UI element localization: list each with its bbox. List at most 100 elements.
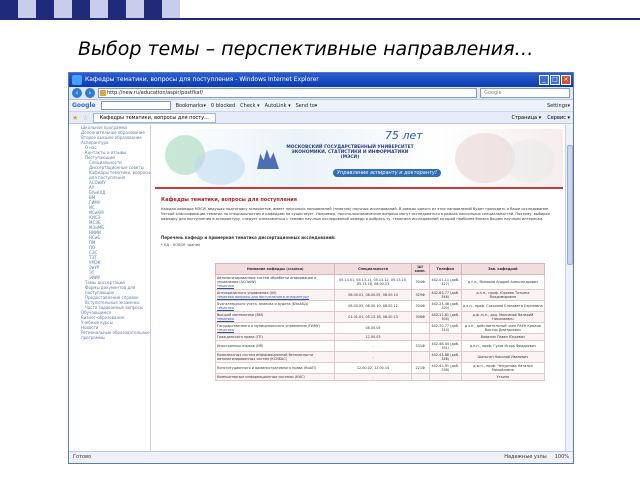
favorites-star-icon[interactable]: ★ bbox=[72, 114, 78, 122]
dept-name-cell: Государственного и муниципального управл… bbox=[214, 322, 336, 334]
maximize-icon[interactable]: □ bbox=[550, 75, 560, 85]
toolbar-settings[interactable]: Settings▾ bbox=[547, 103, 570, 109]
forward-icon[interactable]: › bbox=[85, 88, 95, 98]
dept-spec: - bbox=[334, 351, 412, 363]
google-toolbar: Google Bookmarks▾ 0 blocked Check ▾ Auto… bbox=[69, 100, 573, 112]
dept-spec: - bbox=[334, 340, 412, 352]
toolbar-autolink[interactable]: AutoLink ▾ bbox=[265, 103, 291, 109]
dept-name-cell: Автоматизированных систем обработки инфо… bbox=[214, 274, 336, 290]
checker-square bbox=[144, 0, 162, 18]
dept-room: 304Ф bbox=[410, 300, 430, 312]
dept-name: Комплексных систем информационной безопа… bbox=[217, 353, 314, 361]
dept-phone: 442-23-48 (доб. 320) bbox=[428, 300, 462, 312]
checker-square bbox=[18, 0, 36, 18]
toolbar-check[interactable]: Check ▾ bbox=[240, 103, 259, 109]
checker-square bbox=[162, 0, 180, 18]
url-text: http://new.ru/education/aspir/postfkaf/ bbox=[107, 90, 204, 96]
table-row: Компьютерные информационные системы (КИС… bbox=[214, 373, 546, 381]
dept-phone: 442-12-61 (доб. 304) bbox=[428, 311, 462, 323]
departments-table: Название кафедры (ссылка) Специальности … bbox=[214, 263, 546, 381]
dept-head: Вавилин Павел Юрьевич bbox=[460, 333, 546, 341]
dept-head: д.т.н., Минаков Андрей Александрович bbox=[460, 274, 546, 290]
address-input[interactable]: http://new.ru/education/aspir/postfkaf/ bbox=[98, 88, 477, 98]
title-decoration-checker bbox=[0, 0, 180, 18]
table-header-row: Название кафедры (ссылка) Специальности … bbox=[214, 263, 546, 275]
dept-name-cell: Гражданского права (ГП) bbox=[214, 333, 336, 341]
add-favorites-icon[interactable]: ☆ bbox=[82, 114, 88, 122]
dept-name: Конституционного и административного пра… bbox=[217, 366, 316, 370]
close-icon[interactable]: × bbox=[561, 75, 571, 85]
site-sidebar: ► О МЭСИ► МЭСИ в регионах▼ ОбразованиеШк… bbox=[73, 125, 203, 451]
dept-spec: 05.13.01, 05.13.11, 05.13.12, 05.13.15, … bbox=[334, 274, 412, 290]
google-search-input[interactable] bbox=[100, 101, 171, 110]
dept-name-cell: Конституционного и административного пра… bbox=[214, 362, 336, 374]
back-icon[interactable]: ‹ bbox=[72, 88, 82, 98]
intro-paragraph: Каждая кафедра МЭСИ, ведущая подготовку … bbox=[161, 207, 550, 221]
dept-room bbox=[410, 333, 430, 341]
dept-spec: 08.00.05, 08.00.10, 08.00.12 bbox=[334, 300, 412, 312]
dept-topics-link[interactable]: тематика bbox=[217, 328, 333, 332]
col-name: Название кафедры (ссылка) bbox=[214, 263, 336, 275]
checker-square bbox=[72, 0, 90, 18]
sidebar-item[interactable]: программы bbox=[73, 335, 150, 340]
table-row: Автоматизированных систем обработки инфо… bbox=[214, 274, 546, 290]
checker-square bbox=[0, 0, 18, 18]
dept-head: д.ю.н., проф. Чепурнова Наталья Михайлов… bbox=[460, 362, 546, 374]
toolbar-bookmarks[interactable]: Bookmarks▾ bbox=[176, 103, 206, 109]
dept-name: Иностранных языков (ИЯ) bbox=[217, 344, 264, 348]
dept-name: Автоматизированных систем обработки инфо… bbox=[217, 276, 317, 284]
vertical-scrollbar[interactable] bbox=[565, 125, 573, 451]
status-text: Готово bbox=[73, 454, 92, 460]
dept-spec: 01.01.01, 05.13.18, 08.00.13 bbox=[334, 311, 412, 323]
table-row: Конституционного и административного пра… bbox=[214, 362, 546, 374]
tools-menu[interactable]: Сервис ▾ bbox=[547, 115, 570, 121]
title-rule bbox=[0, 18, 640, 20]
dept-phone bbox=[428, 333, 462, 341]
dept-spec: 08.00.05 bbox=[334, 322, 412, 334]
dept-phone bbox=[428, 373, 462, 381]
dept-topics-link[interactable]: тематика bbox=[217, 306, 333, 310]
banner-decoration bbox=[505, 139, 555, 183]
dept-room bbox=[410, 322, 430, 334]
ie-icon bbox=[72, 75, 82, 85]
dept-topics-link[interactable]: тематика вопросы для поступления в аспир… bbox=[217, 295, 333, 299]
dept-topics-link[interactable]: тематика bbox=[217, 317, 333, 321]
search-input[interactable]: Google bbox=[480, 88, 570, 98]
col-room: Ш! комн. bbox=[410, 263, 430, 275]
window-controls: _ □ × bbox=[539, 75, 571, 85]
university-name: МОСКОВСКИЙ ГОСУДАРСТВЕННЫЙ УНИВЕРСИТЕТ Э… bbox=[286, 145, 414, 160]
toolbar-sendto[interactable]: Send to▾ bbox=[296, 103, 318, 109]
zoom-level[interactable]: 100% bbox=[555, 452, 569, 463]
dept-room: 329Ф bbox=[410, 289, 430, 301]
toolbar-blocked[interactable]: 0 blocked bbox=[211, 103, 235, 109]
window-titlebar: Кафедры тематики, вопросы для поступлени… bbox=[69, 73, 573, 87]
dept-room: 306Ф bbox=[410, 311, 430, 323]
scrollbar-thumb[interactable] bbox=[567, 145, 573, 265]
university-logo-icon bbox=[257, 149, 279, 169]
dept-name: Гражданского права (ГП) bbox=[217, 335, 263, 339]
page-menu[interactable]: Страница ▾ bbox=[511, 115, 541, 121]
dept-phone: 442-46-44 (доб. 331) bbox=[428, 340, 462, 352]
dept-spec: - bbox=[334, 373, 412, 381]
table-note: * ЕД - НОВОЕ здание bbox=[161, 243, 201, 247]
dept-spec: 12.00.02, 12.00.14 bbox=[334, 362, 412, 374]
checker-square bbox=[36, 0, 54, 18]
jubilee-mark: 75 лет bbox=[385, 129, 423, 142]
tab-active[interactable]: Кафедры тематики, вопросы для посту... bbox=[92, 112, 216, 123]
dept-head: Шаньгин Николай Иванович bbox=[460, 351, 546, 363]
dept-room: 221Ф bbox=[410, 362, 430, 374]
table-row: Комплексных систем информационной безопа… bbox=[214, 351, 546, 363]
banner-slogan[interactable]: Управление аспиранту и докторанту! bbox=[333, 169, 441, 177]
dept-phone: 442-01-11 (доб. 327) bbox=[428, 274, 462, 290]
google-logo: Google bbox=[72, 102, 96, 109]
status-bar: Готово Надежные узлы 100% bbox=[69, 451, 573, 463]
dept-topics-link[interactable]: тематика bbox=[217, 284, 333, 288]
site-main: МОСКОВСКИЙ ГОСУДАРСТВЕННЫЙ УНИВЕРСИТЕТ Э… bbox=[155, 125, 563, 451]
site-banner: МОСКОВСКИЙ ГОСУДАРСТВЕННЫЙ УНИВЕРСИТЕТ Э… bbox=[155, 129, 563, 189]
checker-square bbox=[54, 0, 72, 18]
page-heading: Кафедры тематики, вопросы для поступлени… bbox=[161, 197, 298, 203]
table-row: Гражданского права (ГП) 12.00.03 Вавилин П… bbox=[214, 333, 546, 341]
banner-decoration bbox=[195, 149, 245, 185]
minimize-icon[interactable]: _ bbox=[539, 75, 549, 85]
dept-room: 304Ф bbox=[410, 274, 430, 290]
